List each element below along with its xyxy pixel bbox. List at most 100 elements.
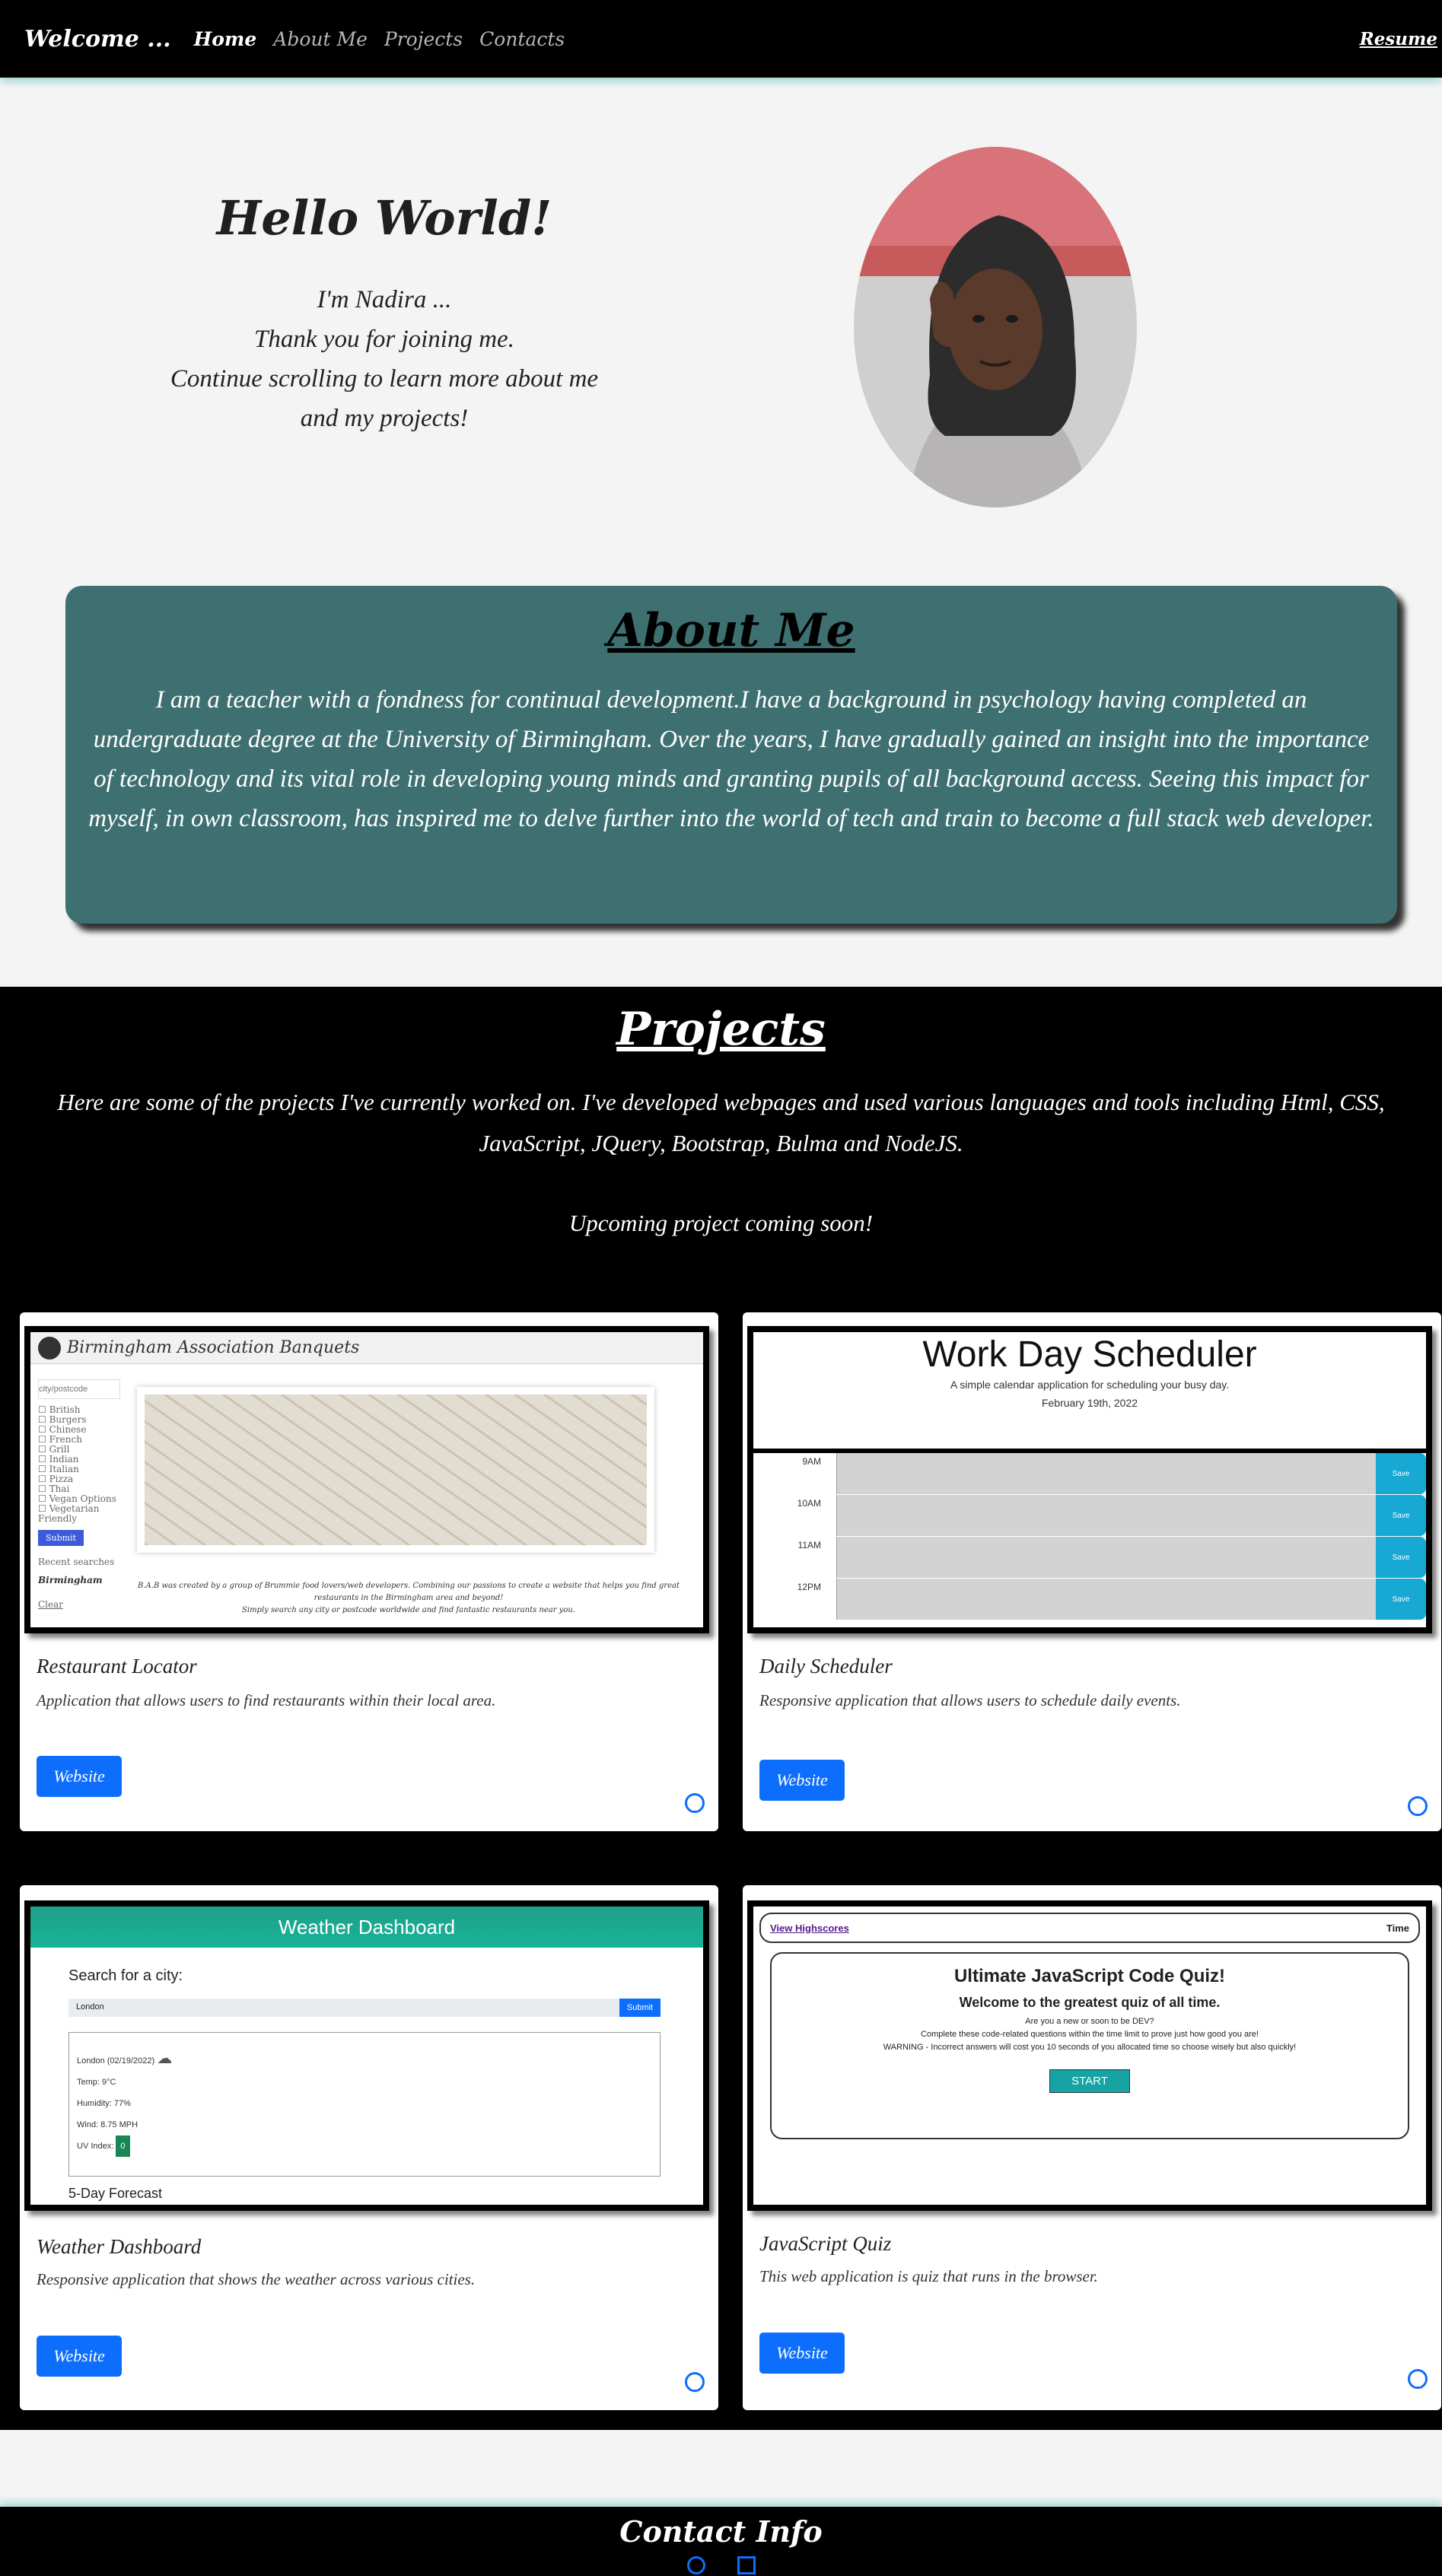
mock-hour-row: 10AM Save bbox=[753, 1495, 1426, 1537]
nav-link-home[interactable]: Home bbox=[194, 28, 257, 50]
project-screenshot[interactable]: Work Day Scheduler A simple calendar app… bbox=[747, 1326, 1432, 1633]
mock-date: February 19th, 2022 bbox=[1041, 1397, 1138, 1409]
mock-header: Weather Dashboard bbox=[30, 1907, 703, 1948]
mock-current-weather: London (02/19/2022) ☁ Temp: 9°C Humidity… bbox=[68, 2032, 661, 2177]
mock-option-label: Vegan Options bbox=[49, 1493, 116, 1504]
mock-option-label: French bbox=[49, 1434, 82, 1445]
card-description: This web application is quiz that runs i… bbox=[759, 2267, 1098, 2285]
mock-quiz-line: Complete these code-related questions wi… bbox=[921, 2030, 1259, 2039]
mock-option-label: Vegetarian Friendly bbox=[38, 1503, 100, 1524]
mock-search-label: Search for a city: bbox=[68, 1967, 183, 1984]
project-card-weather: Weather Dashboard Search for a city: Lon… bbox=[20, 1885, 718, 2410]
website-button[interactable]: Website bbox=[37, 1756, 122, 1797]
profile-photo bbox=[854, 147, 1137, 507]
mock-time: Time bbox=[1386, 1922, 1409, 1934]
mock-search-value: London bbox=[76, 2002, 104, 2012]
footer: Contact Info bbox=[0, 2507, 1442, 2576]
github-icon[interactable] bbox=[685, 2372, 705, 2392]
linkedin-icon[interactable] bbox=[737, 2556, 756, 2574]
mock-quiz-text: Are you a new or soon to be DEV? Complet… bbox=[772, 2015, 1408, 2054]
mock-option-label: Burgers bbox=[49, 1414, 87, 1425]
mock-save-button: Save bbox=[1376, 1495, 1426, 1536]
mock-option-label: Indian bbox=[49, 1454, 79, 1465]
mock-footer-text: B.A.B was created by a group of Brummie … bbox=[138, 1582, 680, 1602]
about-text: I am a teacher with a fondness for conti… bbox=[88, 686, 1374, 832]
project-screenshot[interactable]: Birmingham Association Banquets ☐ Britis… bbox=[24, 1326, 709, 1633]
mock-event-cell bbox=[837, 1537, 1376, 1578]
projects-title: Projects bbox=[616, 1003, 826, 1056]
card-description: Responsive application that shows the we… bbox=[37, 2270, 476, 2288]
nav-link-about[interactable]: About Me bbox=[273, 28, 368, 50]
mock-sidebar: ☐ British ☐ Burgers ☐ Chinese ☐ French ☐… bbox=[38, 1379, 129, 1610]
github-icon[interactable] bbox=[1408, 1796, 1428, 1816]
mock-hour: 9AM bbox=[753, 1453, 837, 1494]
github-icon[interactable] bbox=[685, 1793, 705, 1813]
mock-hour-row: 12PM Save bbox=[753, 1579, 1426, 1620]
mock-wind: Wind: 8.75 MPH bbox=[77, 2120, 138, 2129]
mock-submit: Submit bbox=[619, 1999, 661, 2017]
project-screenshot[interactable]: View Highscores Time Ultimate JavaScript… bbox=[747, 1900, 1432, 2211]
card-title: Daily Scheduler bbox=[759, 1655, 893, 1678]
github-icon[interactable] bbox=[686, 2556, 705, 2574]
mock-uv: UV Index: 0 bbox=[77, 2136, 652, 2157]
projects-upcoming: Upcoming project coming soon! bbox=[568, 1210, 874, 1236]
mock-uv-value: 0 bbox=[116, 2136, 130, 2157]
card-description: Responsive application that allows users… bbox=[759, 1691, 1181, 1709]
mock-start-button: START bbox=[1049, 2069, 1130, 2093]
hero-line: and my projects! bbox=[300, 405, 469, 432]
mock-hour-row: 9AM Save bbox=[753, 1453, 1426, 1495]
resume-link[interactable]: Resume bbox=[1360, 29, 1437, 49]
project-card-quiz: View Highscores Time Ultimate JavaScript… bbox=[743, 1885, 1441, 2410]
hero-title: Hello World! bbox=[216, 190, 552, 246]
mock-hour-row: 11AM Save bbox=[753, 1537, 1426, 1579]
mock-highscores: View Highscores bbox=[770, 1922, 849, 1934]
mock-option: ☐ Vegetarian Friendly bbox=[38, 1503, 100, 1524]
mock-hour: 12PM bbox=[753, 1579, 837, 1620]
mock-search-input: London Submit bbox=[68, 1999, 661, 2017]
project-card-scheduler: Work Day Scheduler A simple calendar app… bbox=[743, 1312, 1441, 1831]
hero-intro: I'm Nadira ... Thank you for joining me.… bbox=[107, 280, 662, 438]
top-navbar: Welcome ... Home About Me Projects Conta… bbox=[0, 0, 1442, 78]
mock-header: Birmingham Association Banquets bbox=[30, 1332, 703, 1364]
mock-city-date: London (02/19/2022) ☁ bbox=[77, 2048, 652, 2072]
mock-subtitle: A simple calendar application for schedu… bbox=[950, 1379, 1230, 1391]
mock-event-cell bbox=[837, 1579, 1376, 1620]
footer-icons bbox=[0, 2556, 1442, 2574]
mock-save-button: Save bbox=[1376, 1537, 1426, 1578]
mock-option-label: Grill bbox=[49, 1444, 70, 1455]
mock-quiz-line: Are you a new or soon to be DEV? bbox=[1025, 2017, 1154, 2026]
github-icon[interactable] bbox=[1408, 2369, 1428, 2389]
project-card-restaurant: Birmingham Association Banquets ☐ Britis… bbox=[20, 1312, 718, 1831]
mock-temp: Temp: 9°C bbox=[77, 2078, 116, 2087]
mock-footer: B.A.B was created by a group of Brummie … bbox=[122, 1580, 696, 1617]
website-button[interactable]: Website bbox=[759, 2333, 845, 2374]
website-button[interactable]: Website bbox=[759, 1760, 845, 1801]
mock-submit: Submit bbox=[38, 1530, 84, 1546]
card-description: Application that allows users to find re… bbox=[37, 1691, 496, 1709]
hero-line: I'm Nadira ... bbox=[317, 286, 452, 313]
project-screenshot[interactable]: Weather Dashboard Search for a city: Lon… bbox=[24, 1900, 709, 2211]
mock-humidity: Humidity: 77% bbox=[77, 2099, 131, 2108]
hero-line: Thank you for joining me. bbox=[254, 326, 514, 353]
mock-clear: Clear bbox=[38, 1599, 64, 1610]
mock-search-input bbox=[38, 1379, 120, 1399]
brand[interactable]: Welcome ... bbox=[24, 26, 171, 52]
mock-site-name: Birmingham Association Banquets bbox=[67, 1338, 360, 1357]
nav-link-projects[interactable]: Projects bbox=[384, 28, 463, 50]
website-button[interactable]: Website bbox=[37, 2336, 122, 2377]
mock-event-cell bbox=[837, 1453, 1376, 1494]
nav-link-contacts[interactable]: Contacts bbox=[479, 28, 565, 50]
mock-city-date-text: London (02/19/2022) bbox=[77, 2056, 155, 2066]
card-title: Weather Dashboard bbox=[37, 2235, 202, 2258]
mock-option-label: Chinese bbox=[49, 1424, 87, 1435]
mock-option-label: Italian bbox=[49, 1464, 79, 1474]
mock-option-label: Thai bbox=[49, 1484, 70, 1494]
card-title: JavaScript Quiz bbox=[759, 2232, 892, 2255]
mock-logo bbox=[38, 1336, 61, 1360]
nav-links: Home About Me Projects Contacts bbox=[194, 28, 582, 50]
card-title: Restaurant Locator bbox=[37, 1655, 197, 1678]
mock-hour: 10AM bbox=[753, 1495, 837, 1536]
footer-title: Contact Info bbox=[619, 2514, 823, 2549]
mock-recent: Recent searches bbox=[38, 1557, 115, 1567]
mock-option-label: Pizza bbox=[49, 1474, 74, 1484]
